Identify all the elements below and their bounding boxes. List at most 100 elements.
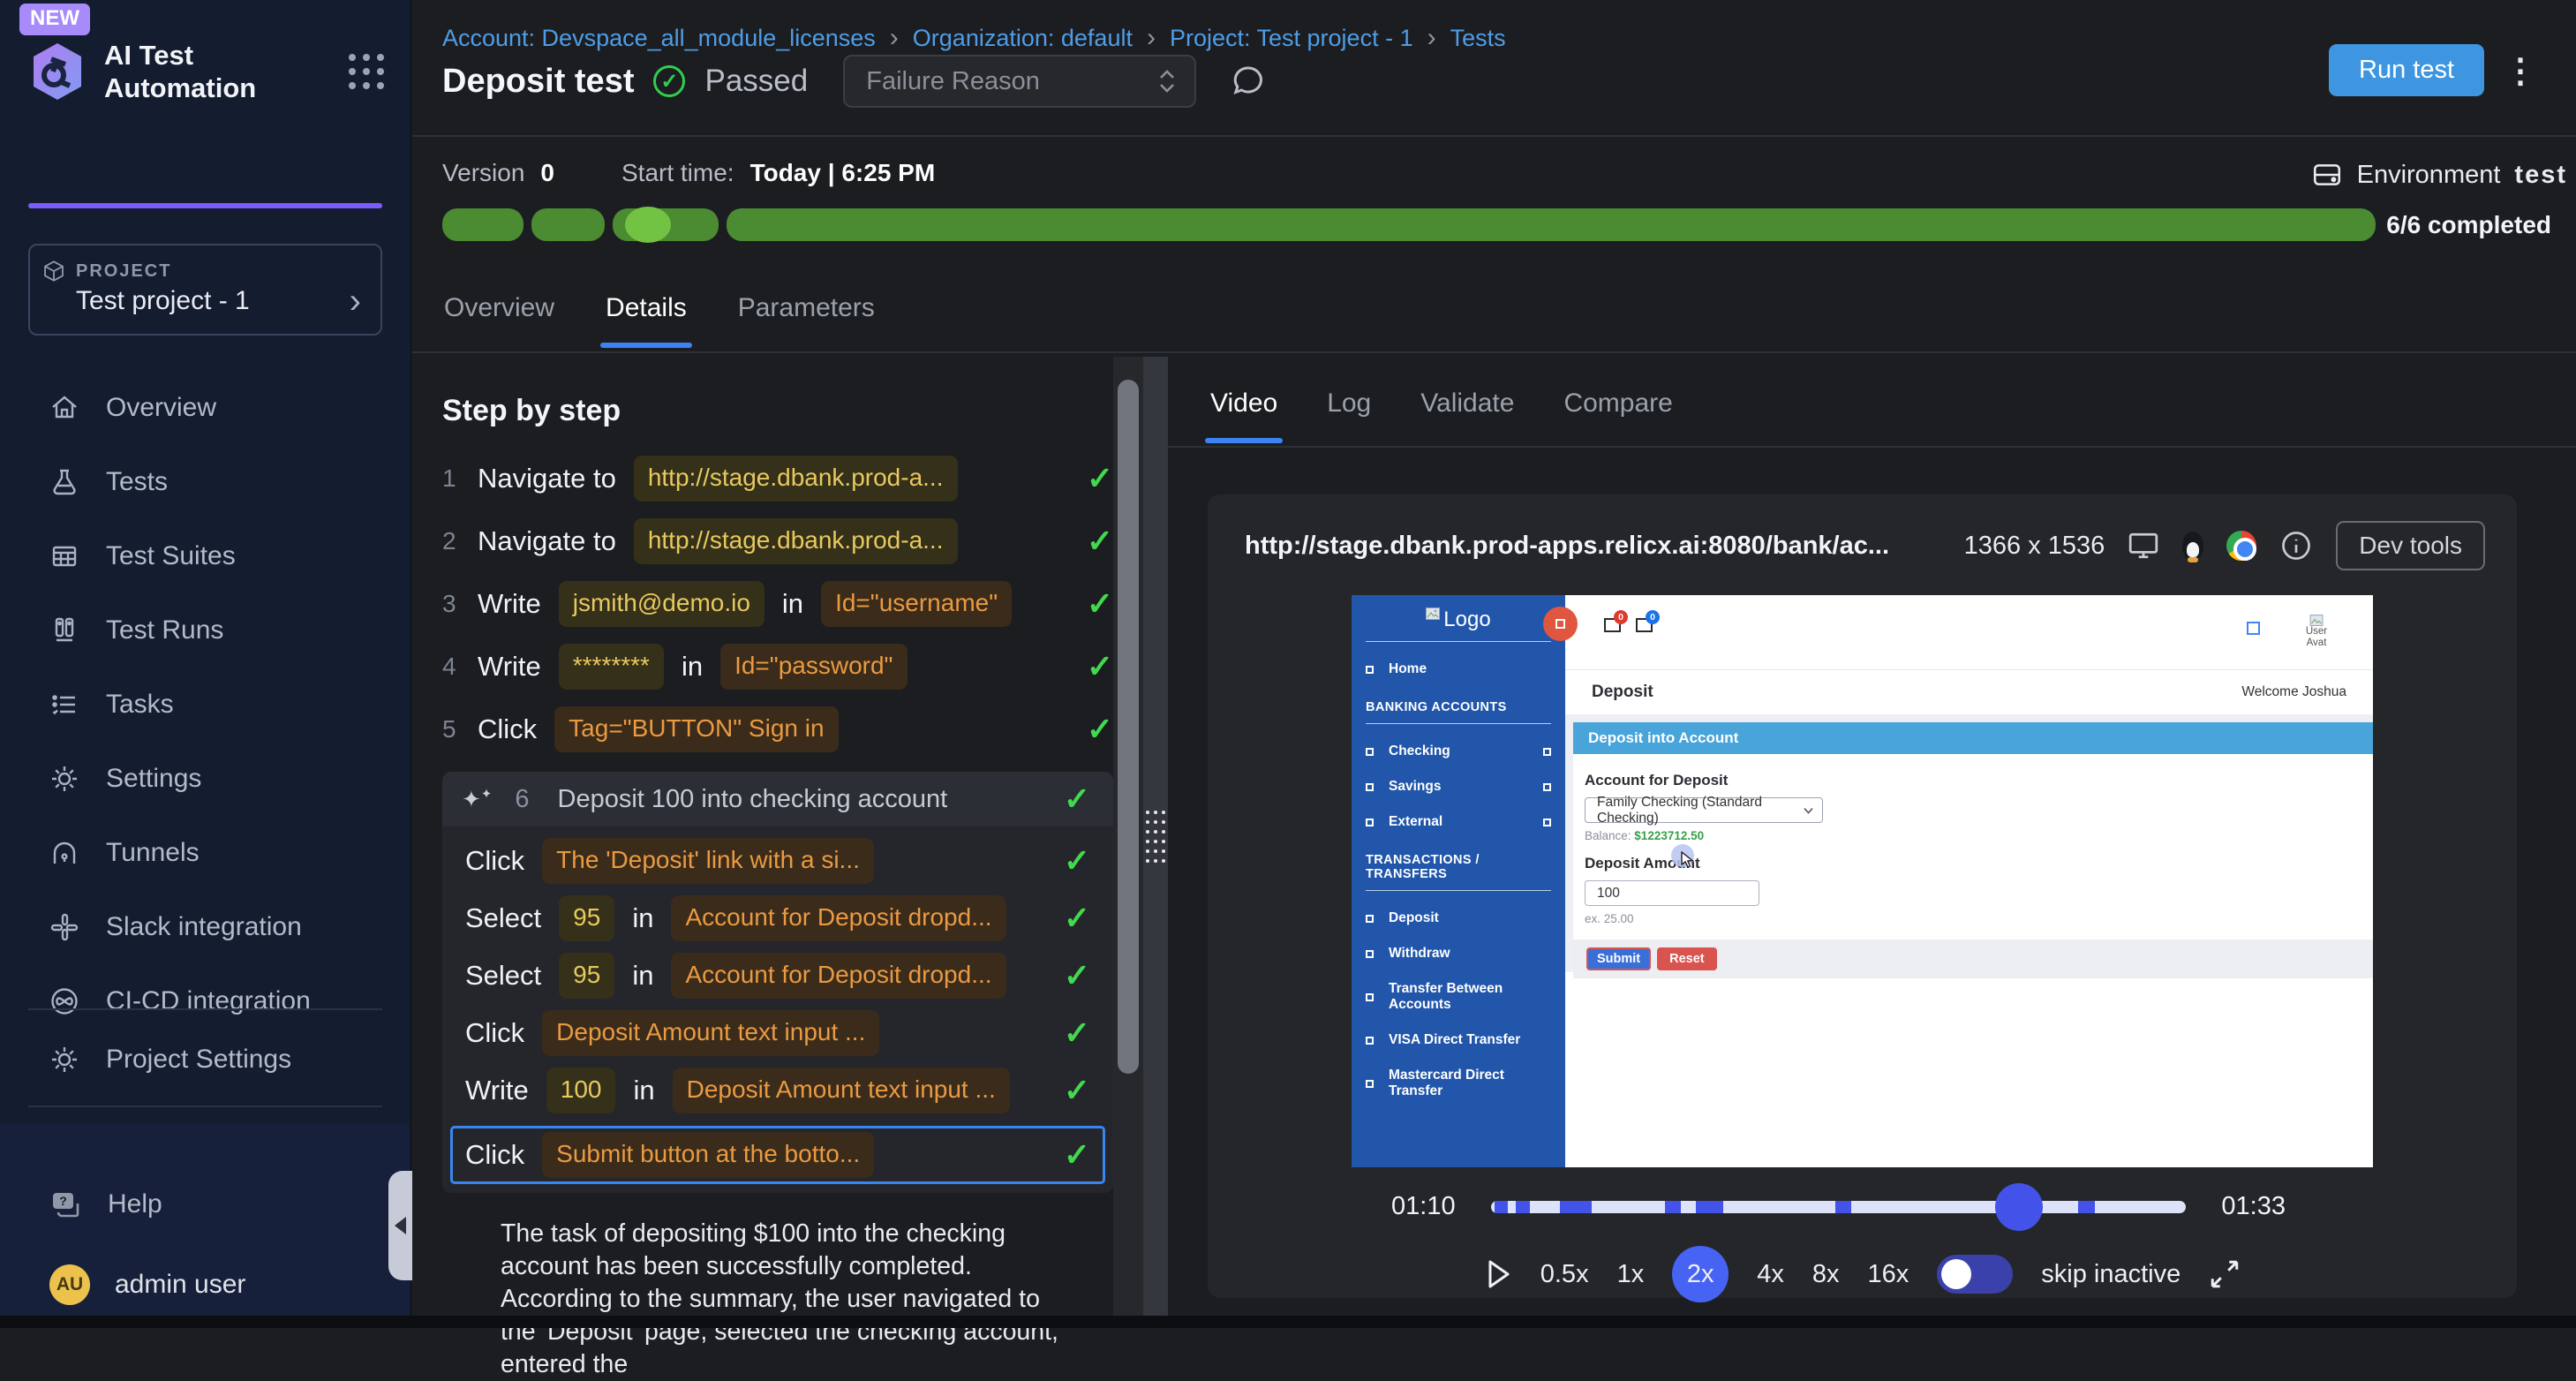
breadcrumb-project[interactable]: Project: Test project - 1 [1170, 25, 1413, 52]
video-frame[interactable]: Logo Home BANKING ACCOUNTS Checking Savi… [1352, 595, 2373, 1167]
table-grid-icon [49, 541, 79, 571]
steps-title: Step by step [442, 394, 1113, 428]
sidebar-item-help[interactable]: ? Help [0, 1167, 410, 1241]
step-row-1[interactable]: 1 Navigate to http://stage.dbank.prod-a.… [442, 453, 1113, 503]
substep-row-2[interactable]: Select 95 in Account for Deposit dropd..… [465, 893, 1090, 943]
user-name: admin user [115, 1270, 245, 1300]
play-icon[interactable] [1484, 1257, 1512, 1291]
skip-inactive-label: skip inactive [2041, 1260, 2181, 1289]
tab-log[interactable]: Log [1327, 389, 1371, 443]
step-row-2[interactable]: 2 Navigate to http://stage.dbank.prod-a.… [442, 516, 1113, 566]
deposit-panel: Deposit into Account Account for Deposit… [1573, 722, 2373, 978]
failure-reason-select[interactable]: Failure Reason [843, 55, 1196, 108]
user-menu[interactable]: AU admin user [49, 1264, 245, 1305]
bank-nav-home[interactable]: Home [1366, 661, 1551, 677]
breadcrumb-account[interactable]: Account: Devspace_all_module_licenses [442, 25, 876, 52]
account-select[interactable]: Family Checking (Standard Checking) [1585, 797, 1823, 823]
tab-overview[interactable]: Overview [444, 293, 554, 348]
timeline-marker[interactable] [1665, 1201, 1682, 1213]
progress-segment[interactable] [727, 208, 2376, 241]
slack-icon [49, 912, 79, 942]
speed-4x[interactable]: 4x [1757, 1260, 1784, 1289]
bank-nav-withdraw[interactable]: Withdraw [1366, 946, 1551, 962]
bank-nav-visa[interactable]: VISA Direct Transfer [1366, 1032, 1551, 1048]
sidebar-item-settings[interactable]: Settings [0, 742, 411, 816]
window-icon[interactable]: 0 [1636, 618, 1653, 632]
video-resolution: 1366 x 1536 [1964, 532, 2105, 561]
project-selector[interactable]: PROJECT Test project - 1 › [28, 244, 382, 336]
sidebar-item-tests[interactable]: Tests [0, 445, 411, 519]
progress-segment[interactable] [442, 208, 523, 241]
progress-segment[interactable] [531, 208, 605, 241]
step-action: Write [465, 1075, 529, 1106]
checkbox-icon[interactable] [2247, 622, 2260, 635]
tab-parameters[interactable]: Parameters [738, 293, 875, 348]
reset-button[interactable]: Reset [1657, 947, 1717, 970]
progress-segment[interactable] [613, 208, 719, 241]
timeline-marker[interactable] [2078, 1201, 2095, 1213]
breadcrumb-organization[interactable]: Organization: default [913, 25, 1133, 52]
step-row-4[interactable]: 4 Write ******** in Id="password" ✓ [442, 641, 1113, 691]
info-icon[interactable] [2279, 529, 2313, 562]
deposit-amount-input[interactable]: 100 [1585, 880, 1759, 906]
sidebar-item-tasks[interactable]: Tasks [0, 668, 411, 742]
speed-8x[interactable]: 8x [1812, 1260, 1840, 1289]
sidebar-collapse-handle[interactable] [388, 1171, 412, 1280]
timeline-thumb[interactable] [1995, 1183, 2043, 1231]
substep-row-6-selected[interactable]: Click Submit button at the botto... ✓ [450, 1126, 1105, 1184]
deposit-panel-header: Deposit into Account [1573, 722, 2373, 754]
step-action: Select [465, 960, 541, 992]
breadcrumb-tests[interactable]: Tests [1450, 25, 1506, 52]
step-action: Click [478, 713, 537, 745]
speed-0-5x[interactable]: 0.5x [1540, 1260, 1589, 1289]
sidebar-item-overview[interactable]: Overview [0, 371, 411, 445]
speed-1x[interactable]: 1x [1617, 1260, 1645, 1289]
run-test-button[interactable]: Run test [2329, 44, 2484, 96]
timeline-marker[interactable] [1560, 1201, 1591, 1213]
speed-2x-active[interactable]: 2x [1672, 1246, 1729, 1302]
substep-row-5[interactable]: Write 100 in Deposit Amount text input .… [465, 1065, 1090, 1115]
speed-16x[interactable]: 16x [1868, 1260, 1909, 1289]
bank-nav-deposit[interactable]: Deposit [1366, 910, 1551, 926]
timeline-marker[interactable] [1495, 1201, 1509, 1213]
tab-compare[interactable]: Compare [1563, 389, 1672, 443]
step-value-chip: http://stage.dbank.prod-a... [634, 456, 958, 502]
sidebar-item-slack-integration[interactable]: Slack integration [0, 890, 411, 964]
tunnel-icon [49, 838, 79, 868]
badge-red: 0 [1614, 610, 1628, 624]
sidebar-item-tunnels[interactable]: Tunnels [0, 816, 411, 890]
video-timeline[interactable] [1491, 1201, 2187, 1213]
substep-row-1[interactable]: Click The 'Deposit' link with a si... ✓ [465, 835, 1090, 886]
fullscreen-icon[interactable] [2209, 1258, 2241, 1290]
sidebar-item-label: Settings [106, 764, 201, 794]
step-row-5[interactable]: 5 Click Tag="BUTTON" Sign in ✓ [442, 704, 1113, 754]
bank-nav-mastercard[interactable]: Mastercard Direct Transfer [1366, 1068, 1551, 1099]
kebab-menu-icon[interactable]: ⋮ [2504, 51, 2537, 91]
skip-inactive-toggle[interactable] [1937, 1255, 2013, 1294]
tab-video[interactable]: Video [1210, 389, 1277, 443]
window-icon[interactable]: 0 [1604, 618, 1621, 632]
panel-splitter[interactable] [1143, 357, 1168, 1316]
progress-bar: 6/6 completed [442, 208, 2551, 241]
sidebar-item-project-settings[interactable]: Project Settings [0, 1023, 411, 1097]
apps-grid-icon[interactable] [349, 54, 384, 89]
timeline-marker[interactable] [1835, 1201, 1852, 1213]
step-row-3[interactable]: 3 Write jsmith@demo.io in Id="username" … [442, 578, 1113, 629]
bank-nav-checking[interactable]: Checking [1366, 743, 1551, 759]
substep-row-4[interactable]: Click Deposit Amount text input ... ✓ [465, 1007, 1090, 1058]
sidebar-item-test-suites[interactable]: Test Suites [0, 519, 411, 593]
tab-details[interactable]: Details [606, 293, 687, 348]
step-group-header[interactable]: ✦✦ 6 Deposit 100 into checking account ✓ [442, 772, 1113, 826]
bank-nav-savings[interactable]: Savings [1366, 779, 1551, 795]
steps-scrollbar-thumb[interactable] [1118, 380, 1139, 1074]
substep-row-3[interactable]: Select 95 in Account for Deposit dropd..… [465, 950, 1090, 1000]
comment-icon[interactable] [1230, 63, 1267, 100]
bank-nav-transfer[interactable]: Transfer Between Accounts [1366, 981, 1551, 1013]
bank-nav-external[interactable]: External [1366, 814, 1551, 830]
submit-button[interactable]: Submit [1586, 947, 1651, 970]
timeline-marker[interactable] [1696, 1201, 1724, 1213]
timeline-marker[interactable] [1516, 1201, 1530, 1213]
tab-validate[interactable]: Validate [1420, 389, 1514, 443]
sidebar-item-test-runs[interactable]: Test Runs [0, 593, 411, 668]
dev-tools-button[interactable]: Dev tools [2336, 521, 2485, 570]
